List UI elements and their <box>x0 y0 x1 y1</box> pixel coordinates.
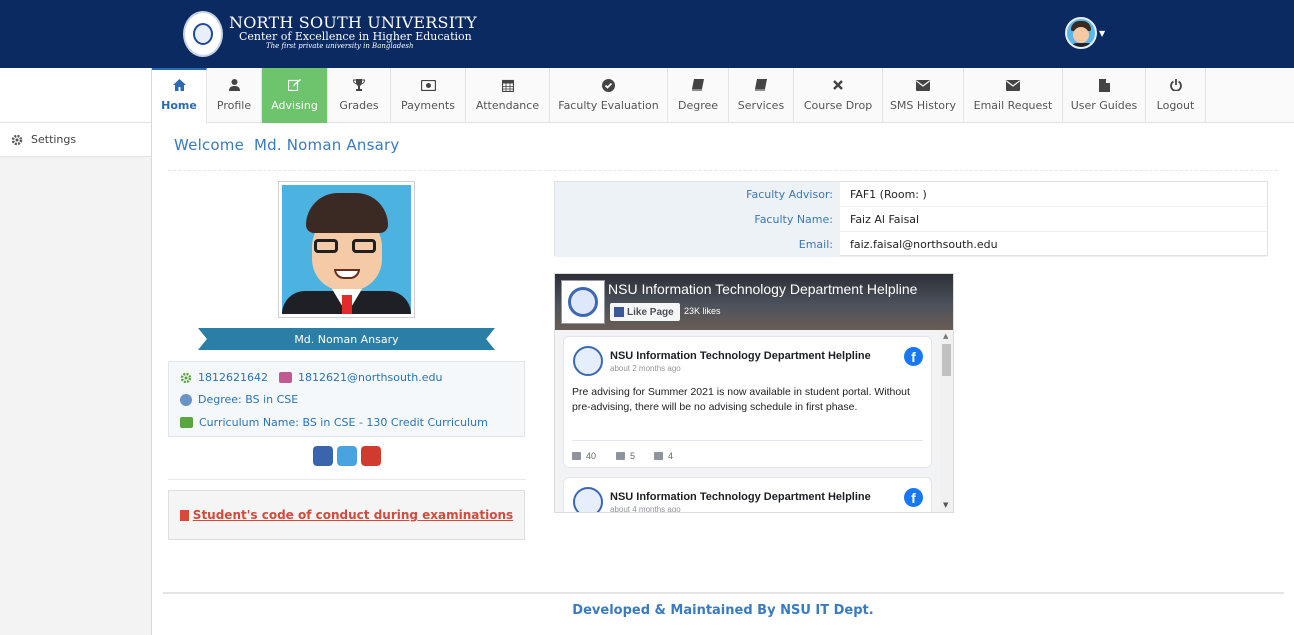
gear-icon <box>11 134 23 145</box>
advisor-row: Faculty Name: Faiz Al Faisal <box>555 207 1267 232</box>
book-icon <box>180 417 193 428</box>
fb-post-shares[interactable]: 4 <box>654 451 673 461</box>
youtube-icon[interactable] <box>361 446 381 466</box>
scroll-down-icon[interactable]: ▼ <box>943 501 948 509</box>
fb-post-likes[interactable]: 40 <box>572 451 596 461</box>
conduct-link[interactable]: Student's code of conduct during examina… <box>168 490 525 540</box>
comment-icon <box>616 452 625 460</box>
fb-cover: NSU Information Technology Department He… <box>555 274 953 330</box>
fb-scrollbar[interactable]: ▲ ▼ <box>940 330 953 512</box>
facebook-page-widget: NSU Information Technology Department He… <box>554 273 954 513</box>
divider <box>168 479 525 480</box>
caret-down-icon[interactable]: ▼ <box>1099 29 1105 38</box>
sidebar-item-label: Settings <box>31 133 77 146</box>
book-icon <box>692 78 704 92</box>
money-icon <box>420 78 436 92</box>
fb-post-comments[interactable]: 5 <box>616 451 635 461</box>
tab-logout[interactable]: Logout <box>1146 68 1206 123</box>
top-header: NORTH SOUTH UNIVERSITY Center of Excelle… <box>0 0 1294 68</box>
welcome-greeting: Welcome <box>174 136 245 154</box>
user-icon <box>228 78 240 92</box>
share-icon <box>654 452 663 460</box>
tab-attendance[interactable]: Attendance <box>466 68 550 123</box>
fb-post-avatar[interactable] <box>573 487 603 512</box>
tab-home[interactable]: Home <box>152 68 207 123</box>
sidebar-item-settings[interactable]: Settings <box>0 123 151 157</box>
fb-post: NSU Information Technology Department He… <box>563 336 932 468</box>
check-circle-icon <box>602 78 615 92</box>
student-curriculum: Curriculum Name: BS in CSE - 130 Credit … <box>180 416 488 429</box>
fb-like-page-button[interactable]: Like Page <box>610 303 680 321</box>
power-icon <box>1169 78 1182 92</box>
university-tagline: The first private university in Banglade… <box>266 42 414 50</box>
tab-services[interactable]: Services <box>729 68 794 123</box>
file-icon <box>179 509 189 521</box>
tab-degree[interactable]: Degree <box>668 68 729 123</box>
fb-page-picture[interactable] <box>561 280 605 324</box>
facebook-icon[interactable] <box>313 446 333 466</box>
book-icon <box>755 78 767 92</box>
tab-sms-history[interactable]: SMS History <box>883 68 964 123</box>
student-info-box: 1812621642 1812621@northsouth.edu Degree… <box>168 361 525 437</box>
sidebar: Settings <box>0 68 152 635</box>
advisor-info-table: Faculty Advisor: FAF1 (Room: ) Faculty N… <box>554 181 1268 257</box>
fb-post-avatar[interactable] <box>573 346 603 376</box>
student-email[interactable]: 1812621@northsouth.edu <box>279 371 442 384</box>
envelope-icon <box>1006 78 1020 92</box>
fb-post-author[interactable]: NSU Information Technology Department He… <box>610 350 871 362</box>
tab-faculty-evaluation[interactable]: Faculty Evaluation <box>550 68 668 123</box>
main-nav: Home Profile Advising Grades Payments At… <box>152 68 1294 123</box>
envelope-icon <box>279 372 292 383</box>
fb-post-time[interactable]: about 2 months ago <box>610 364 681 373</box>
instagram-icon[interactable] <box>337 446 357 466</box>
scroll-up-icon[interactable]: ▲ <box>943 332 948 340</box>
fb-post: NSU Information Technology Department He… <box>563 477 932 512</box>
divider <box>163 592 1284 594</box>
tab-user-guides[interactable]: User Guides <box>1063 68 1146 123</box>
home-icon <box>172 78 186 92</box>
facebook-logo-icon[interactable]: f <box>904 488 923 507</box>
fb-post-text: Pre advising for Summer 2021 is now avai… <box>572 386 910 413</box>
fb-post-time[interactable]: about 4 months ago <box>610 505 681 512</box>
user-avatar-menu[interactable] <box>1065 17 1097 49</box>
fb-like-count: 23K likes <box>684 306 721 316</box>
thumbs-up-icon <box>572 452 581 460</box>
student-id: 1812621642 <box>180 371 268 384</box>
fb-page-title[interactable]: NSU Information Technology Department He… <box>608 281 917 297</box>
student-name-ribbon: Md. Noman Ansary <box>198 328 495 350</box>
footer-credit: Developed & Maintained By NSU IT Dept. <box>572 603 874 618</box>
trophy-icon <box>353 78 365 92</box>
close-icon <box>833 78 843 92</box>
facebook-icon <box>614 307 624 317</box>
tab-profile[interactable]: Profile <box>207 68 262 123</box>
file-icon <box>1098 78 1110 92</box>
edit-icon <box>288 78 301 92</box>
tab-email-request[interactable]: Email Request <box>964 68 1063 123</box>
advisor-row: Faculty Advisor: FAF1 (Room: ) <box>555 182 1267 207</box>
tab-course-drop[interactable]: Course Drop <box>794 68 883 123</box>
divider <box>572 440 923 441</box>
fb-post-author[interactable]: NSU Information Technology Department He… <box>610 491 871 503</box>
envelope-icon <box>916 78 930 92</box>
tab-grades[interactable]: Grades <box>328 68 391 123</box>
calendar-icon <box>501 78 514 92</box>
globe-icon <box>180 393 192 406</box>
university-seal-logo[interactable] <box>183 11 223 57</box>
student-photo <box>278 181 415 318</box>
welcome-name: Md. Noman Ansary <box>253 136 400 154</box>
gear-icon <box>180 372 192 383</box>
tab-advising[interactable]: Advising <box>262 68 328 123</box>
divider <box>168 170 1278 171</box>
scrollbar-thumb[interactable] <box>942 344 951 376</box>
tab-payments[interactable]: Payments <box>391 68 466 123</box>
student-degree: Degree: BS in CSE <box>180 393 298 406</box>
advisor-row: Email: faiz.faisal@northsouth.edu <box>555 232 1267 257</box>
facebook-logo-icon[interactable]: f <box>904 347 923 366</box>
page-title: Welcome Md. Noman Ansary <box>174 136 399 154</box>
